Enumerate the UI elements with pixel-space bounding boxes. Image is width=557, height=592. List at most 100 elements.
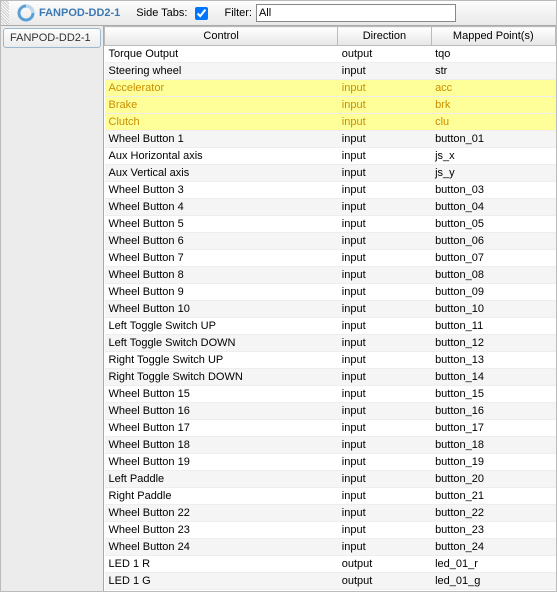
cell-mapped: button_13 [431, 352, 555, 369]
cell-control: Aux Horizontal axis [105, 148, 338, 165]
cell-mapped: button_07 [431, 250, 555, 267]
cell-mapped: button_04 [431, 199, 555, 216]
header-control[interactable]: Control [105, 27, 338, 46]
cell-control: Wheel Button 3 [105, 182, 338, 199]
cell-direction: input [338, 437, 431, 454]
cell-control: LED 1 G [105, 573, 338, 590]
grip-handle-icon[interactable] [1, 1, 9, 25]
table-row[interactable]: Right Toggle Switch UPinputbutton_13 [105, 352, 556, 369]
cell-mapped: button_17 [431, 420, 555, 437]
table-row[interactable]: Right Toggle Switch DOWNinputbutton_14 [105, 369, 556, 386]
table-row[interactable]: Left Toggle Switch DOWNinputbutton_12 [105, 335, 556, 352]
cell-control: Left Paddle [105, 471, 338, 488]
cell-mapped: button_18 [431, 437, 555, 454]
cell-mapped: button_14 [431, 369, 555, 386]
table-row[interactable]: Wheel Button 19inputbutton_19 [105, 454, 556, 471]
cell-mapped: button_21 [431, 488, 555, 505]
side-tabs-checkbox[interactable] [195, 7, 208, 20]
table-row[interactable]: Wheel Button 1inputbutton_01 [105, 131, 556, 148]
cell-mapped: tqo [431, 46, 555, 63]
cell-direction: input [338, 97, 431, 114]
cell-control: Wheel Button 18 [105, 437, 338, 454]
cell-direction: input [338, 131, 431, 148]
cell-mapped: button_22 [431, 505, 555, 522]
table-row[interactable]: Acceleratorinputacc [105, 80, 556, 97]
cell-mapped: led_01_g [431, 573, 555, 590]
cell-direction: input [338, 199, 431, 216]
cell-control: Wheel Button 9 [105, 284, 338, 301]
cell-direction: output [338, 573, 431, 590]
cell-mapped: led_01_r [431, 556, 555, 573]
window-title: FANPOD-DD2-1 [39, 7, 120, 19]
cell-control: Wheel Button 19 [105, 454, 338, 471]
sidebar-tab[interactable]: FANPOD-DD2-1 [3, 28, 101, 48]
cell-control: Wheel Button 6 [105, 233, 338, 250]
cell-mapped: button_08 [431, 267, 555, 284]
cell-direction: input [338, 250, 431, 267]
table-header-row: Control Direction Mapped Point(s) [105, 27, 556, 46]
cell-direction: input [338, 63, 431, 80]
cell-mapped: js_y [431, 165, 555, 182]
cell-mapped: button_19 [431, 454, 555, 471]
cell-control: Right Toggle Switch UP [105, 352, 338, 369]
side-tabs-label: Side Tabs: [136, 7, 187, 19]
table-row[interactable]: Left Toggle Switch UPinputbutton_11 [105, 318, 556, 335]
table-row[interactable]: Wheel Button 4inputbutton_04 [105, 199, 556, 216]
header-direction[interactable]: Direction [338, 27, 431, 46]
cell-direction: input [338, 420, 431, 437]
cell-control: Brake [105, 97, 338, 114]
cell-mapped: button_11 [431, 318, 555, 335]
table-row[interactable]: Clutchinputclu [105, 114, 556, 131]
table-row[interactable]: Wheel Button 7inputbutton_07 [105, 250, 556, 267]
cell-control: Torque Output [105, 46, 338, 63]
cell-control: Wheel Button 7 [105, 250, 338, 267]
app-logo-icon [17, 4, 35, 22]
table-row[interactable]: Wheel Button 16inputbutton_16 [105, 403, 556, 420]
cell-direction: input [338, 352, 431, 369]
cell-control: Left Toggle Switch UP [105, 318, 338, 335]
table-row[interactable]: Wheel Button 9inputbutton_09 [105, 284, 556, 301]
cell-control: LED 1 R [105, 556, 338, 573]
table-row[interactable]: Wheel Button 18inputbutton_18 [105, 437, 556, 454]
table-row[interactable]: Wheel Button 10inputbutton_10 [105, 301, 556, 318]
cell-mapped: button_06 [431, 233, 555, 250]
cell-direction: input [338, 369, 431, 386]
cell-mapped: button_05 [431, 216, 555, 233]
table-row[interactable]: Wheel Button 8inputbutton_08 [105, 267, 556, 284]
table-row[interactable]: Wheel Button 23inputbutton_23 [105, 522, 556, 539]
table-row[interactable]: Wheel Button 22inputbutton_22 [105, 505, 556, 522]
cell-direction: input [338, 539, 431, 556]
table-row[interactable]: Wheel Button 5inputbutton_05 [105, 216, 556, 233]
app-window: FANPOD-DD2-1 Side Tabs: Filter: FANPOD-D… [0, 0, 557, 592]
table-row[interactable]: Right Paddleinputbutton_21 [105, 488, 556, 505]
cell-mapped: button_24 [431, 539, 555, 556]
table-row[interactable]: Aux Horizontal axisinputjs_x [105, 148, 556, 165]
cell-direction: input [338, 148, 431, 165]
table-row[interactable]: Wheel Button 6inputbutton_06 [105, 233, 556, 250]
header-mapped[interactable]: Mapped Point(s) [431, 27, 555, 46]
cell-direction: input [338, 522, 431, 539]
table-row[interactable]: Left Paddleinputbutton_20 [105, 471, 556, 488]
table-row[interactable]: Torque Outputoutputtqo [105, 46, 556, 63]
table-row[interactable]: Aux Vertical axisinputjs_y [105, 165, 556, 182]
cell-mapped: button_20 [431, 471, 555, 488]
cell-control: Wheel Button 8 [105, 267, 338, 284]
cell-control: Wheel Button 5 [105, 216, 338, 233]
table-row[interactable]: Wheel Button 15inputbutton_15 [105, 386, 556, 403]
table-row[interactable]: Brakeinputbrk [105, 97, 556, 114]
cell-direction: input [338, 284, 431, 301]
table-row[interactable]: LED 1 Routputled_01_r [105, 556, 556, 573]
table-row[interactable]: Wheel Button 24inputbutton_24 [105, 539, 556, 556]
cell-direction: input [338, 471, 431, 488]
cell-direction: input [338, 80, 431, 97]
cell-control: Accelerator [105, 80, 338, 97]
table-row[interactable]: Wheel Button 17inputbutton_17 [105, 420, 556, 437]
cell-mapped: button_23 [431, 522, 555, 539]
cell-control: Steering wheel [105, 63, 338, 80]
grid-scroll[interactable]: Control Direction Mapped Point(s) Torque… [104, 26, 556, 592]
table-row[interactable]: Steering wheelinputstr [105, 63, 556, 80]
filter-select[interactable] [256, 4, 456, 22]
cell-control: Right Toggle Switch DOWN [105, 369, 338, 386]
table-row[interactable]: LED 1 Goutputled_01_g [105, 573, 556, 590]
table-row[interactable]: Wheel Button 3inputbutton_03 [105, 182, 556, 199]
